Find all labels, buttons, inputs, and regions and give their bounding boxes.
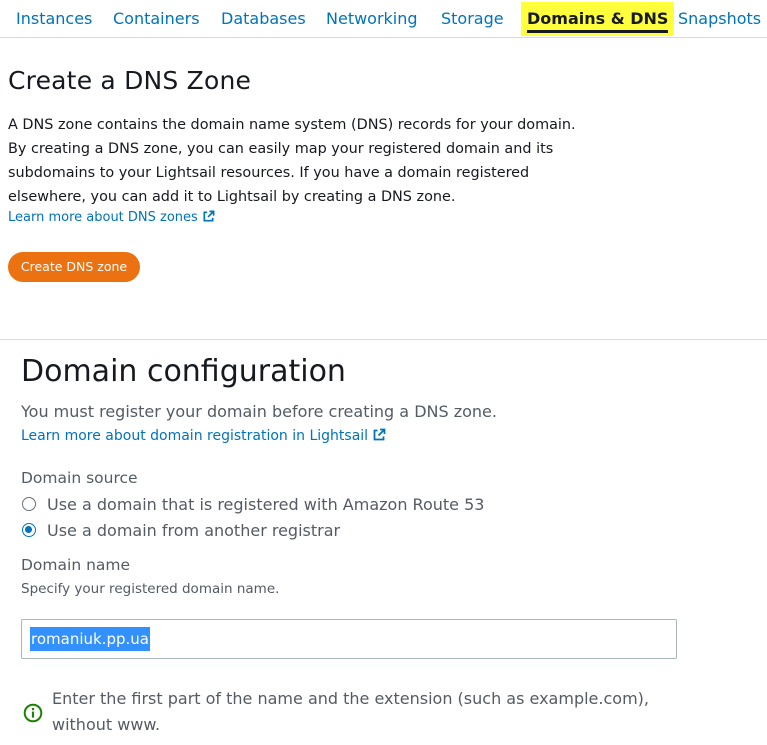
tab-label: Databases — [221, 9, 306, 28]
info-icon — [23, 703, 43, 723]
radio-button-selected[interactable] — [22, 523, 36, 537]
tab-label: Containers — [113, 9, 200, 28]
domain-name-input[interactable]: romaniuk.pp.ua — [21, 619, 677, 659]
learn-more-dns-zones-link[interactable]: Learn more about DNS zones — [8, 210, 215, 225]
top-navigation: Instances Containers Databases Networkin… — [0, 0, 767, 38]
section-divider — [0, 339, 767, 340]
dns-zone-description: A DNS zone contains the domain name syst… — [8, 117, 576, 205]
link-label: Learn more about DNS zones — [8, 210, 198, 225]
tab-databases[interactable]: Databases — [221, 0, 306, 38]
radio-option-route53[interactable]: Use a domain that is registered with Ama… — [22, 493, 484, 515]
domain-name-value[interactable]: romaniuk.pp.ua — [30, 627, 150, 651]
domain-name-label: Domain name — [21, 556, 131, 574]
tab-label: Snapshots — [678, 9, 762, 28]
domain-config-description: You must register your domain before cre… — [21, 402, 497, 421]
domain-name-hint: Specify your registered domain name. — [21, 581, 280, 597]
radio-label: Use a domain from another registrar — [47, 520, 341, 540]
tab-label: Networking — [326, 9, 418, 28]
radio-option-other-registrar[interactable]: Use a domain from another registrar — [22, 519, 340, 541]
tab-label: Instances — [16, 9, 93, 28]
tab-instances[interactable]: Instances — [16, 0, 92, 38]
external-link-icon — [373, 428, 386, 441]
domain-info-text: Enter the first part of the name and the… — [52, 689, 649, 734]
radio-label: Use a domain that is registered with Ama… — [47, 494, 485, 514]
tab-label: Domains & DNS — [527, 9, 669, 33]
domain-config-title: Domain configuration — [21, 354, 346, 389]
tab-storage[interactable]: Storage — [441, 0, 504, 38]
dns-zone-title: Create a DNS Zone — [8, 66, 252, 95]
tab-networking[interactable]: Networking — [326, 0, 418, 38]
learn-more-domain-registration-link[interactable]: Learn more about domain registration in … — [21, 428, 386, 444]
external-link-icon — [203, 210, 215, 222]
tab-containers[interactable]: Containers — [113, 0, 200, 38]
radio-button[interactable] — [22, 497, 36, 511]
link-label: Learn more about domain registration in … — [21, 428, 369, 444]
tab-snapshots[interactable]: Snapshots — [678, 0, 761, 38]
create-dns-zone-button[interactable]: Create DNS zone — [8, 252, 140, 282]
tab-label: Storage — [441, 9, 504, 28]
domain-source-label: Domain source — [21, 469, 138, 487]
tab-domains-dns[interactable]: Domains & DNS — [521, 2, 675, 36]
